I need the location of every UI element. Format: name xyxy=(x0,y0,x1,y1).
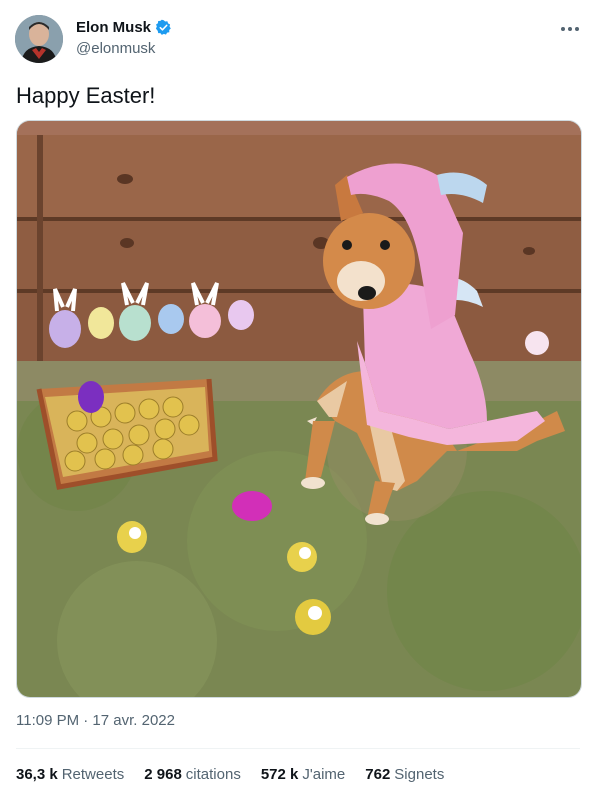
tweet-photo[interactable] xyxy=(16,120,582,698)
tweet-timestamp[interactable]: 11:09 PM · 17 avr. 2022 xyxy=(16,712,175,729)
bookmarks-count: 762 xyxy=(365,766,391,783)
tweet-text: Happy Easter! xyxy=(16,83,156,108)
avatar[interactable] xyxy=(15,15,63,63)
bookmarks-stat[interactable]: 762 Signets xyxy=(365,766,444,783)
likes-count: 572 k xyxy=(260,766,299,783)
author-display-name[interactable]: Elon Musk xyxy=(76,19,151,36)
shiba-easter-photo xyxy=(17,121,581,697)
more-horizontal-icon[interactable] xyxy=(557,16,583,42)
divider xyxy=(16,748,580,749)
retweets-count: 36,3 k xyxy=(16,766,58,783)
author-handle[interactable]: @elonmusk xyxy=(76,40,155,57)
verified-badge-icon xyxy=(155,19,172,36)
retweets-label: Retweets xyxy=(61,766,125,783)
tweet-card: Elon Musk @elonmusk Happy Easter! 11:09 … xyxy=(0,0,603,800)
likes-label: J'aime xyxy=(302,766,346,783)
quotes-count: 2 968 xyxy=(144,766,182,783)
quotes-stat[interactable]: 2 968 citations xyxy=(144,766,241,783)
author-name-row[interactable]: Elon Musk xyxy=(76,19,172,36)
retweets-stat[interactable]: 36,3 k Retweets xyxy=(16,766,124,783)
bookmarks-label: Signets xyxy=(394,766,445,783)
quotes-label: citations xyxy=(185,766,241,783)
likes-stat[interactable]: 572 k J'aime xyxy=(261,766,345,783)
engagement-stats: 36,3 k Retweets 2 968 citations 572 k J'… xyxy=(16,766,444,783)
